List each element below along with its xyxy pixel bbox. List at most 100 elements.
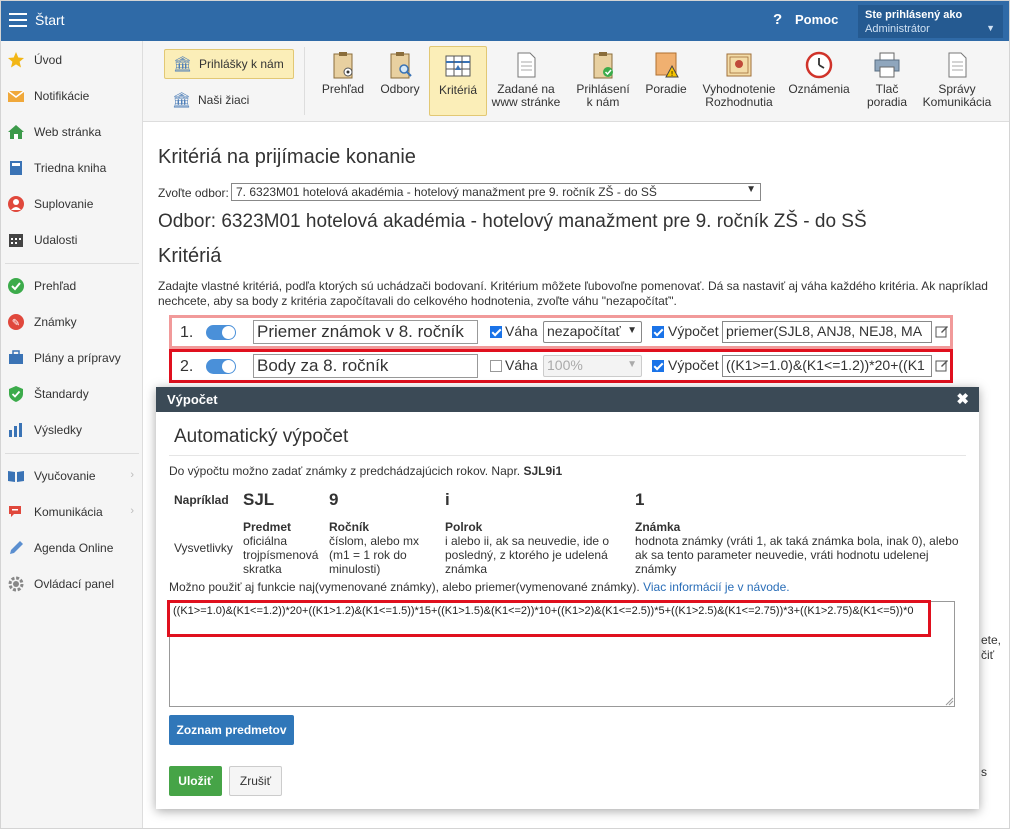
tool-label-2: poradia (866, 95, 908, 109)
user-name: Administrátor (865, 23, 930, 35)
subjects-list-button[interactable]: Zoznam predmetov (169, 715, 294, 745)
criterion-toggle[interactable] (206, 325, 236, 340)
example-semester: i (445, 490, 450, 509)
example-label: Napríklad (174, 493, 229, 507)
app-title[interactable]: Štart (35, 12, 65, 28)
top-bar: Štart ? Pomoc Ste prihlásený ako Adminis… (1, 1, 1009, 41)
sidebar-item-vysledky[interactable]: Výsledky (1, 417, 142, 443)
sidebar-item-label: Web stránka (34, 125, 102, 139)
sidebar-item-label: Suplovanie (34, 197, 94, 211)
col-head-semester: Polrok (445, 520, 483, 534)
formula-input[interactable]: ((K1>=1.0)&(K1<=1.2))*20+((K1 (722, 355, 932, 377)
cancel-button[interactable]: Zrušiť (229, 766, 282, 796)
sidebar-item-label: Komunikácia (34, 505, 103, 519)
tool-label-2: Komunikácia (922, 95, 992, 109)
user-menu[interactable]: Ste prihlásený ako Administrátor ▼ (858, 5, 1003, 38)
sidebar-item-agenda-online[interactable]: Agenda Online (1, 535, 142, 561)
odbor-label: Zvoľte odbor: (158, 186, 229, 200)
save-button[interactable]: Uložiť (169, 766, 222, 796)
tool-label-2: www stránke (491, 95, 561, 109)
close-icon[interactable]: ✖ (956, 390, 969, 408)
tool-label: Odbory (380, 82, 420, 96)
tool-prihlaseni-button[interactable]: Prihlásení k nám (571, 46, 635, 116)
toolbar-divider (304, 47, 305, 115)
calc-label: Výpočet (668, 323, 719, 339)
table-grid-icon (445, 55, 471, 77)
weight-checkbox[interactable] (490, 360, 502, 372)
sidebar-item-label: Štandardy (34, 387, 89, 401)
question-icon[interactable]: ? (773, 11, 782, 28)
tool-odbory-button[interactable]: Odbory (376, 46, 424, 116)
tool-vyhodnotenie-button[interactable]: Vyhodnotenie Rozhodnutia (699, 46, 779, 116)
functions-hint: Možno použiť aj funkcie naj(vymenované z… (169, 580, 790, 594)
sidebar-item-standardy[interactable]: Štandardy (1, 381, 142, 407)
intro-text: Do výpočtu možno zadať známky z predchád… (169, 464, 521, 478)
dialog-heading: Automatický výpočet (174, 426, 349, 447)
nasi-ziaci-label: Naši žiaci (198, 93, 250, 107)
resize-handle-icon[interactable] (945, 697, 954, 706)
calc-checkbox[interactable] (652, 326, 664, 338)
criterion-row: 1. Priemer známok v 8. ročník Váha nezap… (169, 315, 953, 349)
sidebar-item-suplovanie[interactable]: Suplovanie (1, 191, 142, 217)
formula-highlight: ((K1>=1.0)&(K1<=1.2))*20+((K1>1.2)&(K1<=… (167, 600, 931, 637)
sidebar-item-ovladaci-panel[interactable]: Ovládací panel (1, 571, 142, 597)
edit-icon[interactable] (935, 358, 949, 372)
sidebar-item-vyucovanie[interactable]: Vyučovanie › (1, 463, 142, 489)
chevron-down-icon: ▼ (746, 184, 756, 195)
intro-example: SJL9i1 (523, 464, 563, 478)
tool-tlac-poradia-button[interactable]: Tlač poradia (861, 46, 913, 116)
manual-link[interactable]: Viac informácií je v návode. (643, 580, 790, 594)
prihlasky-k-nam-button[interactable]: 🏛 Prihlášky k nám (164, 49, 294, 79)
check-circle-icon (7, 277, 25, 295)
sidebar-item-triedna-kniha[interactable]: Triedna kniha (1, 155, 142, 181)
chevron-right-icon: › (130, 505, 134, 517)
sidebar-item-label: Vyučovanie (34, 469, 96, 483)
sidebar-item-udalosti[interactable]: Udalosti (1, 227, 142, 253)
weight-select[interactable]: nezapočítať ▼ (543, 321, 642, 343)
background-text: čiť (981, 648, 995, 662)
user-caption: Ste prihlásený ako (865, 9, 963, 21)
nasi-ziaci-button[interactable]: 🏛 Naši žiaci (164, 86, 292, 114)
tool-label: Oznámenia (788, 82, 850, 96)
criterion-name-input[interactable]: Priemer známok v 8. ročník (253, 320, 478, 344)
tool-label-2: k nám (586, 95, 620, 109)
open-book-icon (7, 467, 25, 485)
hamburger-menu-icon[interactable] (9, 13, 27, 27)
sidebar-item-uvod[interactable]: Úvod (1, 47, 142, 73)
sidebar-item-web-stranka[interactable]: Web stránka (1, 119, 142, 145)
criterion-toggle[interactable] (206, 359, 236, 374)
tool-zadane-na-www-button[interactable]: Zadané na www stránke (490, 46, 562, 116)
institution-icon: 🏛 (172, 92, 192, 109)
edit-icon[interactable] (935, 324, 949, 338)
sidebar-item-prehlad[interactable]: Prehľad (1, 273, 142, 299)
odbor-select[interactable]: 7. 6323M01 hotelová akadémia - hotelový … (231, 183, 761, 201)
warning-list-icon: ! (655, 52, 679, 78)
bar-chart-icon (7, 421, 25, 439)
sidebar-item-znamky[interactable]: ✎ Známky (1, 309, 142, 335)
clipboard-search-icon (390, 52, 412, 79)
sidebar-item-komunikacia[interactable]: Komunikácia › (1, 499, 142, 525)
example-year: 9 (329, 490, 339, 509)
sidebar-item-label: Úvod (34, 53, 63, 67)
col-head-subject: Predmet (243, 520, 292, 534)
calc-checkbox[interactable] (652, 360, 664, 372)
tool-spravy-komunikacia-button[interactable]: Správy Komunikácia (919, 46, 995, 116)
certificate-icon (726, 53, 752, 77)
star-icon (7, 51, 25, 69)
tool-prehlad-button[interactable]: Prehľad (317, 46, 369, 116)
weight-value: 100% (547, 357, 583, 373)
sidebar-item-plany[interactable]: Plány a prípravy (1, 345, 142, 371)
tool-oznamenia-button[interactable]: Oznámenia (785, 46, 853, 116)
formula-text[interactable]: ((K1>=1.0)&(K1<=1.2))*20+((K1>1.2)&(K1<=… (173, 605, 928, 618)
weight-select[interactable]: 100% ▼ (543, 355, 642, 377)
help-link[interactable]: Pomoc (795, 12, 838, 27)
explanation-label: Vysvetlivky (174, 541, 233, 555)
sidebar-item-notifikacie[interactable]: Notifikácie (1, 83, 142, 109)
weight-checkbox[interactable] (490, 326, 502, 338)
tool-poradie-button[interactable]: ! Poradie (641, 46, 691, 116)
criterion-name-input[interactable]: Body za 8. ročník (253, 354, 478, 378)
chevron-right-icon: › (130, 469, 134, 481)
formula-input[interactable]: priemer(SJL8, ANJ8, NEJ8, MA (722, 321, 932, 343)
app-frame: Štart ? Pomoc Ste prihlásený ako Adminis… (0, 0, 1010, 829)
tool-kriteria-button[interactable]: Kritériá (429, 46, 487, 116)
